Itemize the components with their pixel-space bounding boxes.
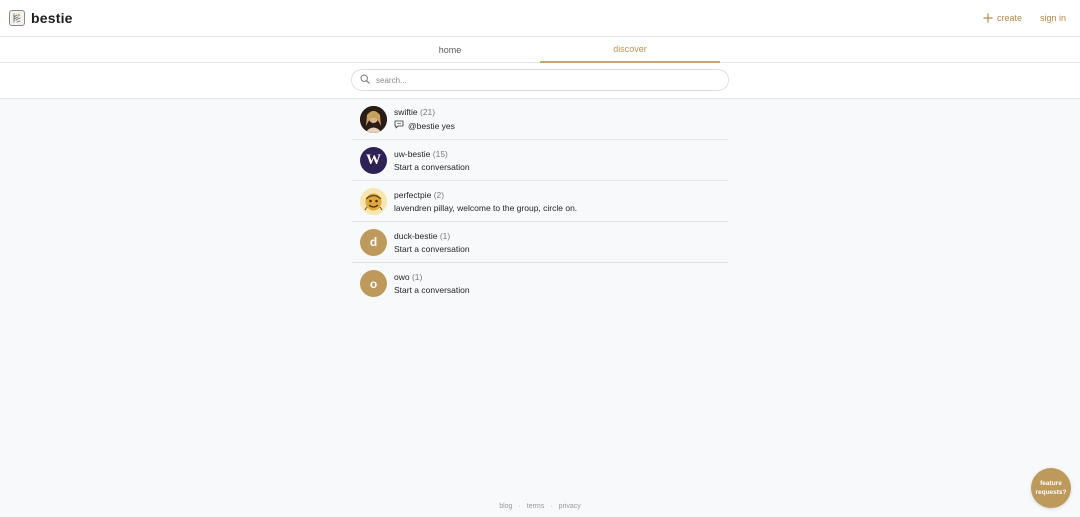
terms-link[interactable]: terms [527,503,545,510]
last-message: lavendren pillay, welcome to the group, … [394,202,578,213]
group-list: swiftie (21) @bestie yes W uw-bestie (15… [352,99,728,304]
bestie-logo-icon [9,10,25,26]
create-button[interactable]: create [983,13,1022,23]
comment-icon [394,120,404,131]
uw-avatar: W [360,146,387,174]
brand[interactable]: bestie [9,10,73,26]
member-count: (15) [432,148,448,159]
illustration-avatar [360,187,387,215]
footer-separator: · [550,503,553,510]
group-name: perfectpie [394,189,432,200]
member-count: (1) [411,272,423,282]
letter-avatar: o [360,270,387,297]
last-message: Start a conversation [394,243,470,254]
sign-in-link[interactable]: sign in [1040,13,1066,23]
group-title: duck-bestie (1) [394,231,470,241]
search-input[interactable] [376,75,706,85]
group-title: swiftie (21) [394,107,455,117]
brand-name: bestie [31,10,73,26]
blog-link[interactable]: blog [499,503,512,510]
member-count: (21) [420,107,436,117]
list-item[interactable]: W uw-bestie (15) Start a conversation [352,140,728,181]
privacy-link[interactable]: privacy [559,503,581,510]
last-message: Start a conversation [394,285,470,295]
list-item[interactable]: d duck-bestie (1) Start a conversation [352,222,728,263]
search-box [351,69,729,91]
group-name: uw-bestie [394,148,431,159]
group-name: owo [394,272,410,282]
list-item[interactable]: perfectpie (2) lavendren pillay, welcome… [352,181,728,222]
group-title: uw-bestie (15) [394,149,470,159]
main-tabs: home discover [0,37,1080,63]
photo-avatar [360,105,387,133]
plus-icon [983,13,993,23]
last-message: @bestie yes [408,120,455,131]
tab-discover[interactable]: discover [540,37,720,63]
footer: blog · terms · privacy [0,503,1080,510]
feature-button-line1: feature [1040,480,1062,487]
group-title: perfectpie (2) [394,190,577,200]
search-icon [360,71,370,89]
create-label: create [996,13,1022,23]
top-bar: bestie create sign in [0,0,1080,37]
feature-requests-button[interactable]: feature requests? [1031,468,1071,508]
feature-button-line2: requests? [1035,489,1067,496]
group-title: owo (1) [394,272,470,282]
group-name: duck-bestie [394,230,438,241]
member-count: (2) [433,189,445,200]
search-bar [0,63,1080,99]
group-name: swiftie [394,107,418,117]
member-count: (1) [439,230,451,241]
list-item[interactable]: o owo (1) Start a conversation [352,263,728,304]
footer-separator: · [518,503,521,510]
tab-home[interactable]: home [360,37,540,63]
letter-avatar: d [360,228,387,256]
last-message: Start a conversation [394,161,470,172]
list-item[interactable]: swiftie (21) @bestie yes [352,99,728,140]
